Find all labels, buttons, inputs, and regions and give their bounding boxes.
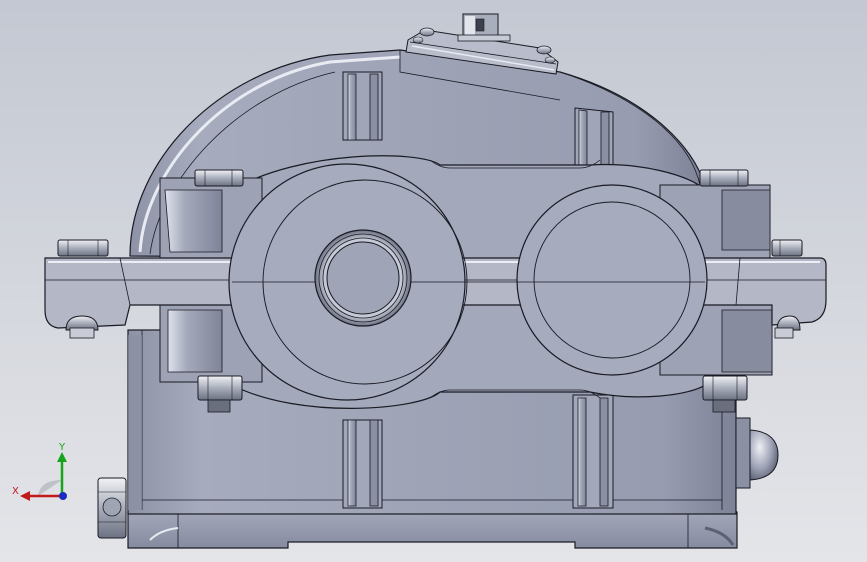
y-axis-arrow (57, 452, 67, 462)
lower-rib-right (572, 394, 614, 509)
oil-sight-gauge[interactable] (735, 417, 779, 489)
flange-bolt-left[interactable] (57, 239, 109, 257)
drain-plug[interactable] (97, 477, 127, 539)
flange-bolt-top-right[interactable] (699, 169, 749, 187)
flange-bolt-right[interactable] (771, 239, 803, 257)
base-plate[interactable] (127, 511, 738, 549)
graphics-viewport[interactable]: Y X (0, 0, 867, 562)
upper-rib-right (574, 107, 614, 171)
output-bearing-cap[interactable] (516, 184, 708, 376)
triad-plane (38, 480, 62, 496)
lower-rib-left (342, 419, 383, 509)
orientation-triad[interactable]: Y X (10, 438, 80, 508)
flange-nut-left[interactable] (65, 315, 99, 339)
x-axis-label: X (12, 486, 19, 497)
input-shaft-bore[interactable] (314, 229, 412, 327)
breather-plug[interactable] (457, 13, 511, 42)
z-axis-dot (59, 492, 67, 500)
x-axis-arrow (20, 491, 30, 501)
y-axis-label: Y (58, 442, 66, 453)
gearbox-model[interactable] (0, 0, 867, 562)
upper-rib-left (342, 71, 383, 141)
flange-bolt-top-left[interactable] (194, 169, 244, 187)
